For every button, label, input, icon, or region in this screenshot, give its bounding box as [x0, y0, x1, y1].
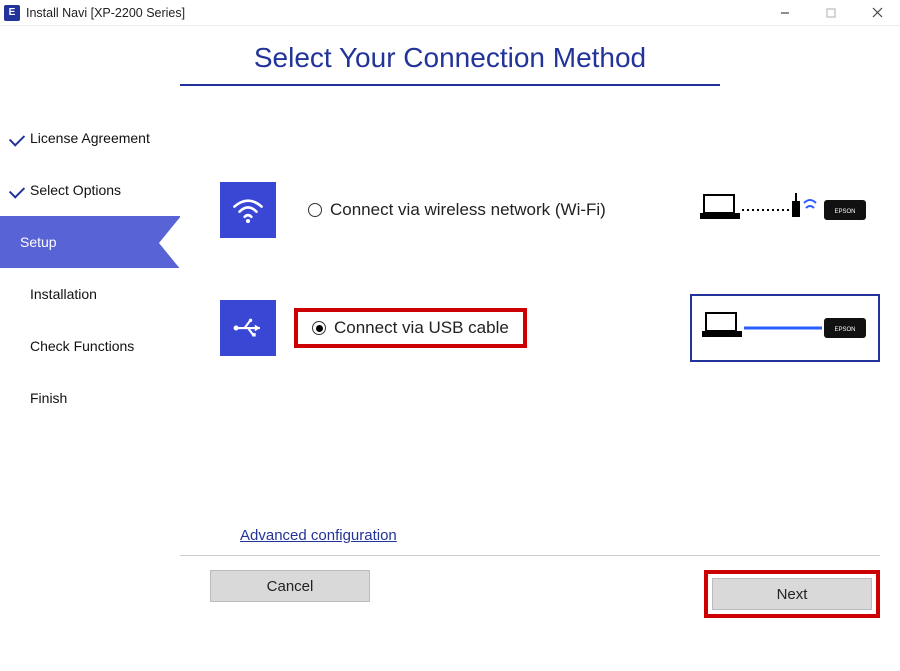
radio-usb[interactable]: Connect via USB cable: [294, 308, 527, 348]
option-wifi-row[interactable]: Connect via wireless network (Wi-Fi): [220, 176, 880, 244]
window-title: Install Navi [XP-2200 Series]: [26, 6, 185, 20]
cancel-button[interactable]: Cancel: [210, 570, 370, 602]
step-label: Installation: [30, 286, 97, 302]
svg-text:EPSON: EPSON: [834, 209, 855, 215]
page-title: Select Your Connection Method: [0, 42, 900, 74]
radio-usb-label: Connect via USB cable: [334, 318, 509, 338]
step-setup: Setup: [0, 216, 180, 268]
step-label: Select Options: [30, 182, 121, 198]
illustration-usb: EPSON: [690, 294, 880, 362]
step-label: Finish: [30, 390, 67, 406]
radio-usb-indicator: [312, 321, 326, 335]
step-label: License Agreement: [30, 130, 150, 146]
step-installation: Installation: [0, 268, 180, 320]
step-select-options: Select Options: [0, 164, 180, 216]
maximize-button: [808, 0, 854, 25]
advanced-configuration-link[interactable]: Advanced configuration: [240, 527, 397, 544]
window-controls: [762, 0, 900, 25]
step-check-functions: Check Functions: [0, 320, 180, 372]
step-label: Setup: [20, 234, 57, 250]
step-finish: Finish: [0, 372, 180, 424]
content-pane: Connect via wireless network (Wi-Fi): [180, 86, 900, 626]
step-label: Check Functions: [30, 338, 134, 354]
option-usb-row[interactable]: Connect via USB cable EPSON: [220, 294, 880, 362]
sidebar: License Agreement Select Options Setup I…: [0, 86, 180, 626]
usb-icon: [220, 300, 276, 356]
step-license-agreement: License Agreement: [0, 112, 180, 164]
button-bar: Cancel Next: [180, 570, 880, 618]
svg-text:EPSON: EPSON: [834, 327, 855, 333]
bottom-rule: [180, 555, 880, 556]
wifi-icon: [220, 182, 276, 238]
illustration-wifi: EPSON: [690, 176, 880, 244]
app-icon: E: [4, 5, 20, 21]
radio-wifi[interactable]: Connect via wireless network (Wi-Fi): [294, 190, 620, 230]
next-button[interactable]: Next: [712, 578, 872, 610]
radio-wifi-label: Connect via wireless network (Wi-Fi): [330, 200, 606, 220]
radio-wifi-indicator: [308, 203, 322, 217]
close-button[interactable]: [854, 0, 900, 25]
minimize-button[interactable]: [762, 0, 808, 25]
next-button-highlight: Next: [704, 570, 880, 618]
titlebar: E Install Navi [XP-2200 Series]: [0, 0, 900, 26]
